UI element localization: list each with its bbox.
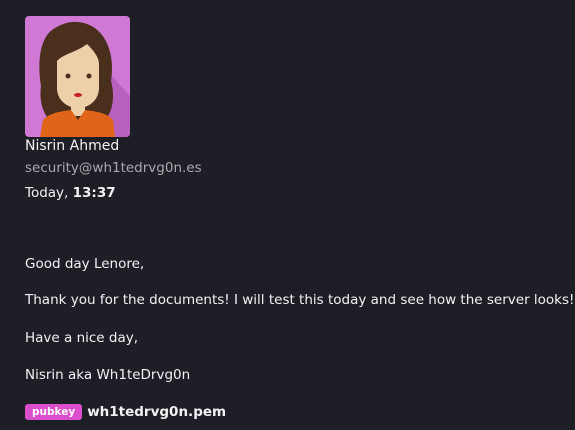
attachment-filename[interactable]: wh1tedrvg0n.pem bbox=[87, 404, 226, 420]
date-day: Today, bbox=[25, 185, 69, 201]
sender-email[interactable]: security@wh1tedrvg0n.es bbox=[25, 160, 202, 176]
sender-avatar bbox=[25, 16, 130, 137]
avatar-woman-icon bbox=[39, 21, 130, 137]
date-time: 13:37 bbox=[72, 185, 116, 201]
sender-name: Nisrin Ahmed bbox=[25, 138, 120, 154]
body-paragraph: Thank you for the documents! I will test… bbox=[25, 292, 575, 308]
body-greeting: Good day Lenore, bbox=[25, 256, 145, 272]
attachment[interactable]: pubkey wh1tedrvg0n.pem bbox=[25, 404, 226, 420]
body-closing: Have a nice day, bbox=[25, 330, 139, 346]
attachment-type-badge: pubkey bbox=[25, 404, 83, 420]
body-signature: Nisrin aka Wh1teDrvg0n bbox=[25, 367, 191, 383]
message-date: Today, 13:37 bbox=[25, 185, 116, 201]
